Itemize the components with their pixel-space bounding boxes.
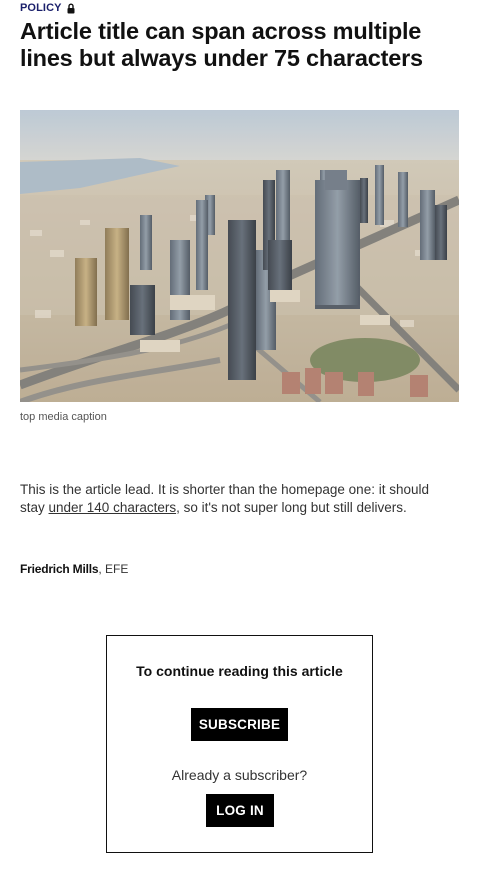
subscribe-button[interactable]: SUBSCRIBE	[191, 708, 288, 741]
login-button[interactable]: LOG IN	[206, 794, 274, 827]
agency-name: , EFE	[98, 562, 129, 576]
lock-icon	[67, 3, 75, 13]
lead-text-end: , so it's not super long but still deliv…	[176, 500, 407, 515]
section-link-policy[interactable]: POLICY	[20, 2, 62, 14]
media-caption: top media caption	[20, 411, 107, 423]
section-tag: POLICY	[20, 1, 75, 15]
top-media-image	[20, 110, 459, 402]
paywall-title: To continue reading this article	[136, 663, 343, 679]
lead-inline-link[interactable]: under 140 characters	[49, 500, 177, 515]
author-name[interactable]: Friedrich Mills	[20, 562, 99, 576]
already-subscriber-text: Already a subscriber?	[171, 767, 308, 783]
article-title: Article title can span across multiple l…	[20, 18, 423, 71]
byline: Friedrich Mills, EFE	[20, 562, 128, 576]
article-lead: This is the article lead. It is shorter …	[20, 481, 440, 517]
paywall-box: To continue reading this article SUBSCRI…	[106, 635, 373, 853]
